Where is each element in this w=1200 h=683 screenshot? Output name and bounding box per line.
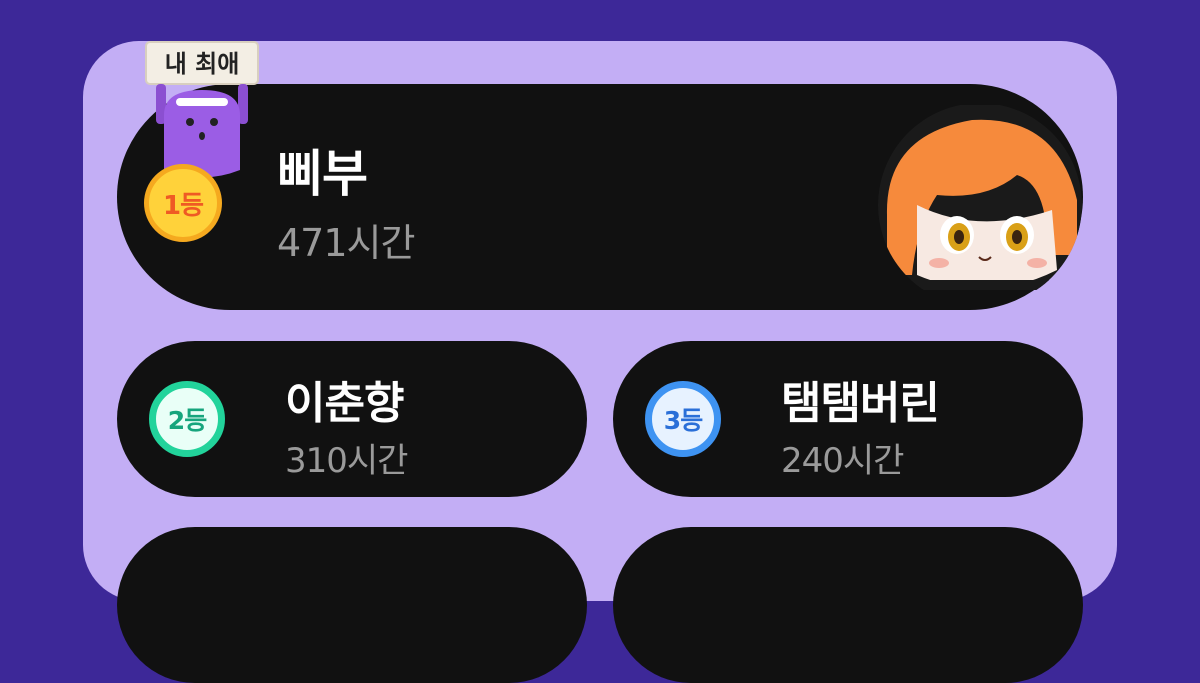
rank-card-4[interactable]	[117, 527, 587, 683]
gold-medal-icon: 1등	[144, 164, 222, 242]
rank-card-1[interactable]: 삐부 471시간 내 최애 1등	[117, 41, 1083, 310]
orange-hair-character-avatar	[878, 105, 1082, 290]
favorite-sign-label: 내 최애	[165, 50, 240, 78]
rank-card-5[interactable]	[613, 527, 1083, 683]
rank-card-3[interactable]: 3등 탬탬버린 240시간	[613, 341, 1083, 497]
streamer-name: 삐부	[277, 145, 368, 203]
watch-hours: 240시간	[781, 441, 904, 481]
blue-medal-icon: 3등	[645, 381, 721, 457]
rank-card-2[interactable]: 2등 이춘향 310시간	[117, 341, 587, 497]
streamer-name: 이춘향	[285, 378, 404, 429]
streamer-name: 탬탬버린	[781, 378, 940, 429]
purple-mascot-holding-sign-icon: 내 최애	[145, 41, 259, 178]
watch-hours: 310시간	[285, 441, 408, 481]
watch-hours: 471시간	[277, 221, 415, 265]
green-medal-icon: 2등	[149, 381, 225, 457]
